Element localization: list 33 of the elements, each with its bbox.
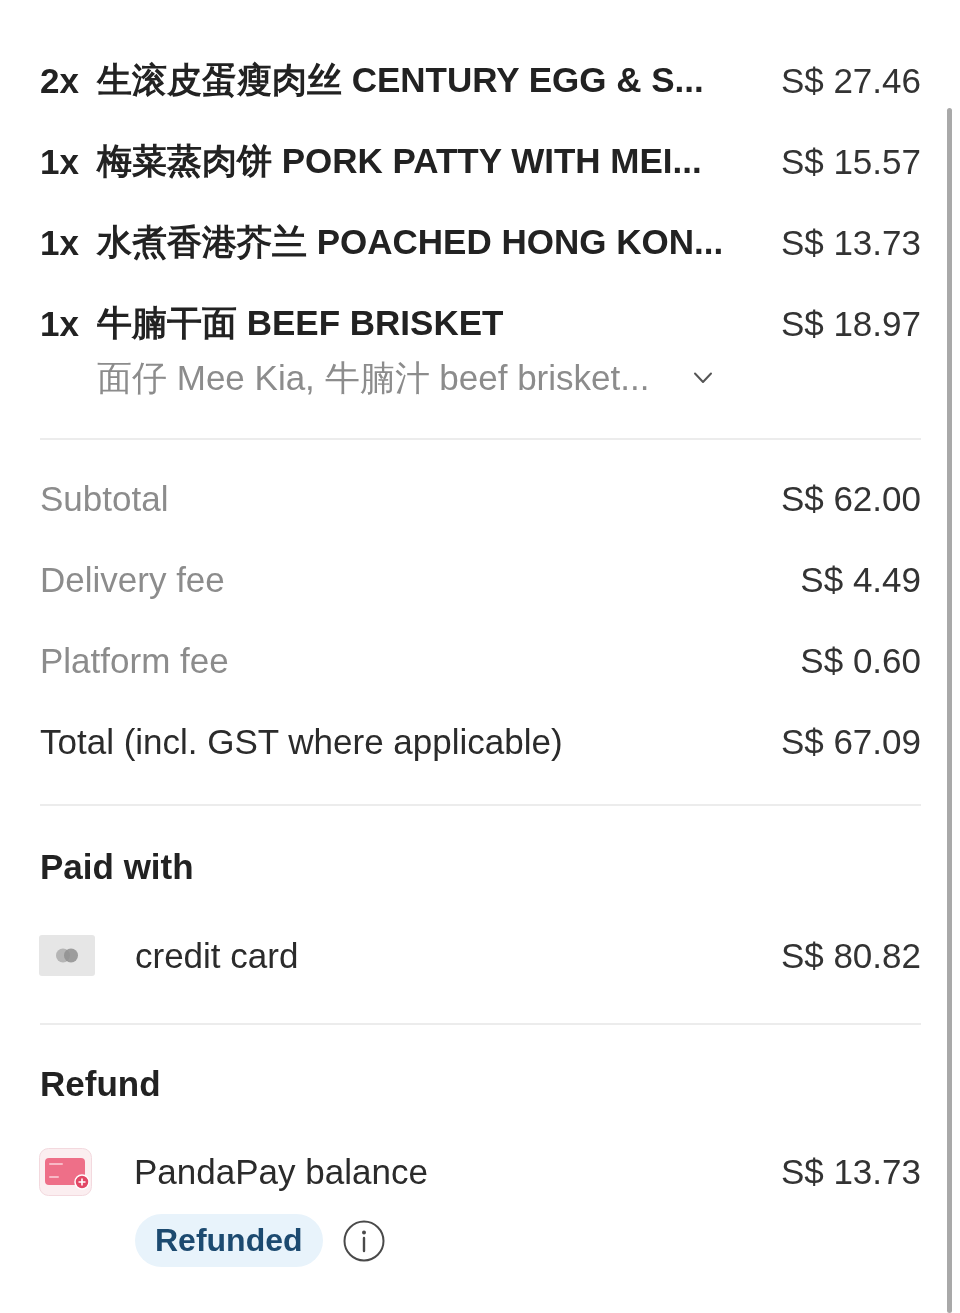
- summary-label: Total (incl. GST where applicable): [40, 721, 563, 762]
- item-name: 水煮香港芥兰 POACHED HONG KON...: [97, 221, 724, 263]
- refund-status-badge: Refunded: [135, 1214, 323, 1267]
- item-quantity: 1x: [40, 222, 80, 263]
- refund-method-label: PandaPay balance: [134, 1151, 428, 1192]
- section-title: Paid with: [40, 845, 194, 888]
- summary-label: Platform fee: [40, 640, 229, 681]
- item-price: S$ 13.73: [780, 222, 921, 263]
- summary-label: Delivery fee: [40, 559, 225, 600]
- chevron-down-icon[interactable]: [693, 372, 714, 384]
- summary-value: S$ 4.49: [800, 559, 921, 600]
- summary-value: S$ 62.00: [780, 478, 921, 519]
- item-quantity: 1x: [40, 303, 80, 344]
- summary-value: S$ 0.60: [800, 640, 921, 681]
- item-name: 牛腩干面 BEEF BRISKET: [97, 302, 504, 344]
- item-price: S$ 18.97: [780, 303, 921, 344]
- scrollbar[interactable]: [947, 108, 952, 1313]
- item-quantity: 2x: [40, 60, 80, 101]
- item-quantity: 1x: [40, 141, 80, 182]
- payment-amount: S$ 80.82: [780, 935, 921, 976]
- item-price: S$ 27.46: [780, 60, 921, 101]
- credit-card-icon: [39, 935, 95, 976]
- refund-amount: S$ 13.73: [780, 1151, 921, 1192]
- wallet-card-icon: [39, 1147, 92, 1196]
- payment-method-label: credit card: [135, 935, 299, 976]
- section-title: Refund: [40, 1062, 161, 1105]
- summary-value: S$ 67.09: [780, 721, 921, 762]
- item-options: 面仔 Mee Kia, 牛腩汁 beef brisket...: [97, 354, 650, 402]
- info-icon[interactable]: [342, 1219, 385, 1262]
- item-name: 梅菜蒸肉饼 PORK PATTY WITH MEI...: [97, 140, 702, 182]
- summary-label: Subtotal: [40, 478, 169, 519]
- item-name: 生滚皮蛋瘦肉丝 CENTURY EGG & S...: [97, 59, 704, 101]
- item-price: S$ 15.57: [780, 141, 921, 182]
